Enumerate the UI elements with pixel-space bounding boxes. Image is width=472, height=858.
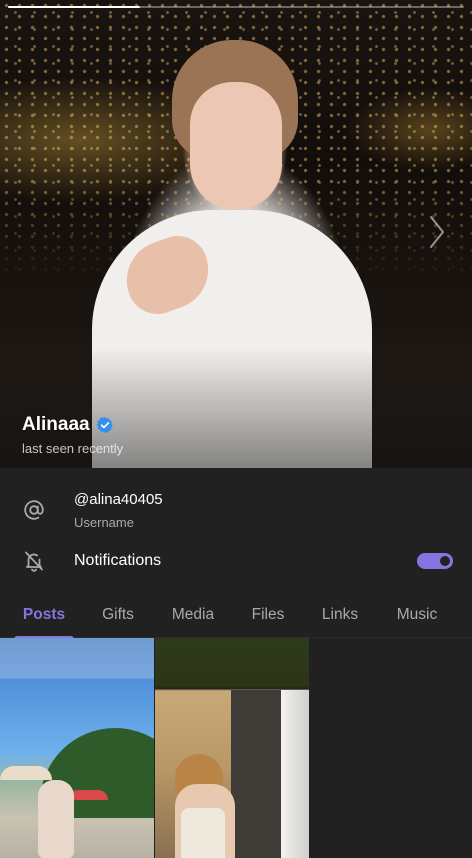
tab-music[interactable]: Music bbox=[388, 592, 446, 638]
thumbnail-person bbox=[38, 780, 74, 858]
tab-posts[interactable]: Posts bbox=[14, 592, 74, 639]
post-thumbnail[interactable] bbox=[0, 638, 154, 858]
thumbnail-curtain bbox=[281, 690, 309, 858]
profile-info-section: @alina40405 Username Notifications bbox=[0, 468, 472, 592]
tab-links-label: Links bbox=[321, 606, 359, 623]
tab-gifts-label: Gifts bbox=[102, 606, 134, 623]
profile-name-row: Alinaaa bbox=[22, 414, 114, 436]
thumbnail-top bbox=[181, 808, 225, 858]
username-caption: Username bbox=[74, 514, 134, 530]
tab-files[interactable]: Files bbox=[242, 592, 294, 638]
thumbnail-umbrella bbox=[0, 766, 52, 780]
profile-last-seen: last seen recently bbox=[22, 441, 124, 456]
thumbnail-umbrella bbox=[68, 790, 108, 800]
username-text: @alina40405 Username bbox=[74, 491, 163, 530]
post-thumbnail[interactable] bbox=[155, 638, 309, 858]
photo-face bbox=[190, 82, 282, 210]
notifications-row[interactable]: Notifications bbox=[0, 546, 472, 576]
thumbnail-wall bbox=[231, 690, 281, 858]
tab-files-label: Files bbox=[251, 606, 285, 623]
profile-tabs: Posts Gifts Media Files Links Music bbox=[0, 592, 472, 639]
profile-photo[interactable]: Alinaaa last seen recently bbox=[0, 0, 472, 468]
tab-links[interactable]: Links bbox=[314, 592, 366, 638]
toggle-knob bbox=[438, 554, 452, 568]
notifications-toggle[interactable] bbox=[417, 553, 453, 569]
tab-gifts[interactable]: Gifts bbox=[92, 592, 144, 638]
bell-off-icon bbox=[25, 551, 43, 572]
tab-music-label: Music bbox=[396, 606, 438, 623]
notifications-label: Notifications bbox=[74, 552, 162, 569]
tab-media-label: Media bbox=[171, 606, 215, 623]
photo-progress-fill bbox=[8, 6, 141, 8]
chevron-right-icon[interactable] bbox=[428, 214, 446, 250]
profile-name: Alinaaa bbox=[22, 414, 90, 435]
username-row[interactable]: @alina40405 Username bbox=[0, 488, 472, 532]
posts-grid bbox=[0, 638, 472, 858]
photo-progress-bar bbox=[8, 6, 464, 8]
username-value: @alina40405 bbox=[74, 490, 163, 508]
tab-media[interactable]: Media bbox=[164, 592, 222, 638]
tab-posts-label: Posts bbox=[22, 606, 66, 623]
verified-badge-icon bbox=[96, 417, 113, 433]
at-sign-icon bbox=[24, 500, 44, 520]
